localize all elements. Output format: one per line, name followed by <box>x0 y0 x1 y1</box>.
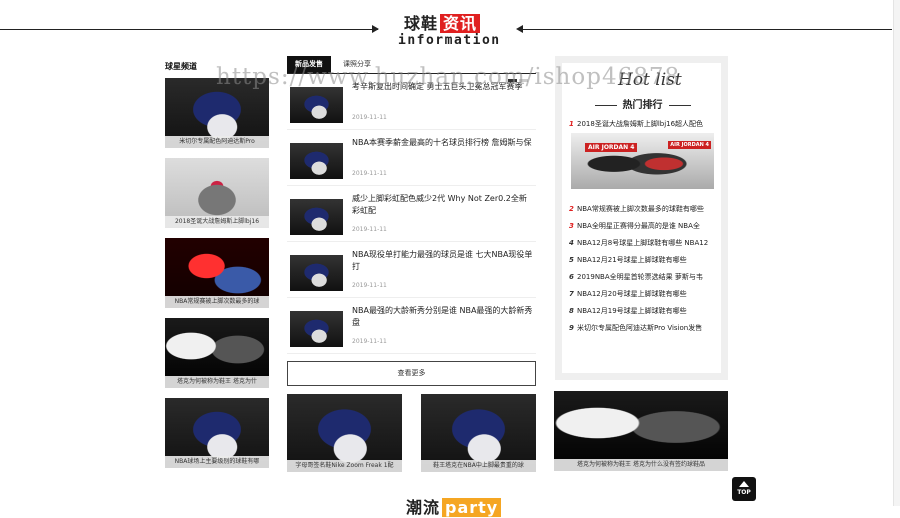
news-thumbnail[interactable] <box>290 199 343 235</box>
card-caption: 塔克为何被称为鞋王 塔克为什 <box>165 376 269 388</box>
news-title[interactable]: NBA本赛季薪金最高的十名球员排行榜 詹姆斯与保 <box>352 137 534 149</box>
hot-list-panel: Hot list 热门排行 1 2018圣诞大战詹姆斯上脚lbj16超人配色 AI… <box>555 56 728 380</box>
rank-item[interactable]: 2 NBA常规赛被上脚次数最多的球鞋有哪些 <box>569 204 719 214</box>
news-date: 2019-11-11 <box>352 226 387 233</box>
news-thumbnail[interactable] <box>290 87 343 123</box>
news-thumbnail[interactable] <box>290 143 343 179</box>
rank-title[interactable]: NBA常规赛被上脚次数最多的球鞋有哪些 <box>577 205 704 213</box>
rank-number: 4 <box>569 239 574 247</box>
rank-item-1[interactable]: 1 2018圣诞大战詹姆斯上脚lbj16超人配色 <box>569 119 703 129</box>
rank-title[interactable]: NBA12月20号球星上脚球鞋有哪些 <box>577 290 687 298</box>
rank-item[interactable]: 3 NBA全明星正赛得分最高的是谁 NBA全 <box>569 221 719 231</box>
star-card[interactable]: 塔克为何被称为鞋王 塔克为什 <box>165 318 269 388</box>
rank-item[interactable]: 8 NBA12月19号球星上脚球鞋有哪些 <box>569 306 719 316</box>
news-date: 2019-11-11 <box>352 114 387 121</box>
rank-title[interactable]: NBA12月19号球星上脚球鞋有哪些 <box>577 307 687 315</box>
watermark: https://www.huzhan.com/ishop46878 <box>216 64 681 90</box>
arrow-right-icon <box>372 25 379 33</box>
news-title[interactable]: NBA现役单打能力最强的球员是谁 七大NBA现役单打 <box>352 249 534 273</box>
card-caption: 米切尔专属配色阿迪达斯Pro <box>165 136 269 148</box>
news-date: 2019-11-11 <box>352 338 387 345</box>
section-title: 球鞋 资讯 <box>404 10 481 34</box>
rank-title[interactable]: NBA全明星正赛得分最高的是谁 NBA全 <box>577 222 700 230</box>
rank-item[interactable]: 5 NBA12月21号球星上脚球鞋有哪些 <box>569 255 719 265</box>
view-more-button[interactable]: 查看更多 <box>287 361 536 386</box>
shoe-card[interactable]: 字母哥签名鞋Nike Zoom Freak 1配 <box>287 394 402 472</box>
image-label: AIR JORDAN 4 <box>585 143 638 152</box>
shoe-card[interactable]: 鞋王塔克在NBA中上脚最贵重的球 <box>421 394 536 472</box>
rank-number: 5 <box>569 256 574 264</box>
title-dash <box>668 104 691 106</box>
news-item[interactable]: 威少上脚彩虹配色威少2代 Why Not Zer0.2全新彩虹配 2019-11… <box>287 186 536 242</box>
rank-top-image[interactable]: AIR JORDAN 4 AIR JORDAN 4 <box>571 133 714 189</box>
page-scrollbar[interactable] <box>893 0 900 506</box>
rank-item[interactable]: 4 NBA12月8号球星上脚球鞋有哪些 NBA12 <box>569 238 719 248</box>
rank-title[interactable]: 2019NBA全明星首轮票选结果 萝斯与韦 <box>577 273 703 281</box>
title-dash <box>594 104 617 106</box>
section-subtitle: information <box>398 33 501 48</box>
rank-number: 7 <box>569 290 574 298</box>
rank-item[interactable]: 9 米切尔专属配色阿迪达斯Pro Vision发售 <box>569 323 719 333</box>
rank-title[interactable]: NBA12月8号球星上脚球鞋有哪些 NBA12 <box>577 239 708 247</box>
next-section-title-main: 潮流 <box>406 498 441 517</box>
next-section-title-highlight: party <box>442 498 502 517</box>
arrow-up-icon <box>739 481 749 487</box>
rank-box: Hot list 热门排行 1 2018圣诞大战詹姆斯上脚lbj16超人配色 AI… <box>562 63 721 373</box>
card-caption: NBA球场上主要级别的球鞋有哪 <box>165 456 269 468</box>
news-title[interactable]: NBA最强的大龄新秀分别是谁 NBA最强的大龄新秀盘 <box>352 305 534 329</box>
rank-title[interactable]: 2018圣诞大战詹姆斯上脚lbj16超人配色 <box>577 120 703 128</box>
card-caption: 鞋王塔克在NBA中上脚最贵重的球 <box>421 460 536 472</box>
rank-title[interactable]: NBA12月21号球星上脚球鞋有哪些 <box>577 256 687 264</box>
section-title-main: 球鞋 <box>404 14 439 33</box>
star-card[interactable]: NBA球场上主要级别的球鞋有哪 <box>165 398 269 468</box>
news-date: 2019-11-11 <box>352 282 387 289</box>
section-header: 球鞋 资讯 information <box>0 0 900 56</box>
left-column: 球星频道 米切尔专属配色阿迪达斯Pro 2018圣诞大战詹姆斯上脚lbj16 N… <box>165 60 269 478</box>
next-section-title: 潮流 party <box>406 494 502 518</box>
news-thumbnail[interactable] <box>290 311 343 347</box>
news-item[interactable]: NBA现役单打能力最强的球员是谁 七大NBA现役单打 2019-11-11 <box>287 242 536 298</box>
arrow-left-icon <box>516 25 523 33</box>
card-caption: NBA常规赛被上脚次数最多的球 <box>165 296 269 308</box>
hot-list-title: 热门排行 <box>586 96 699 111</box>
card-caption: 字母哥签名鞋Nike Zoom Freak 1配 <box>287 460 402 472</box>
back-to-top-button[interactable]: TOP <box>732 477 756 501</box>
news-thumbnail[interactable] <box>290 255 343 291</box>
news-item[interactable]: NBA最强的大龄新秀分别是谁 NBA最强的大龄新秀盘 2019-11-11 <box>287 298 536 354</box>
star-card[interactable]: NBA常规赛被上脚次数最多的球 <box>165 238 269 308</box>
hot-list-title-cn: 热门排行 <box>622 100 663 111</box>
news-date: 2019-11-11 <box>352 170 387 177</box>
card-caption: 2018圣诞大战詹姆斯上脚lbj16 <box>165 216 269 228</box>
rank-number: 6 <box>569 273 574 281</box>
image-tag: AIR JORDAN 4 <box>668 141 711 149</box>
rank-title[interactable]: 米切尔专属配色阿迪达斯Pro Vision发售 <box>577 324 702 332</box>
news-title[interactable]: 威少上脚彩虹配色威少2代 Why Not Zer0.2全新彩虹配 <box>352 193 534 217</box>
bottom-cards: 字母哥签名鞋Nike Zoom Freak 1配 鞋王塔克在NBA中上脚最贵重的… <box>287 394 537 474</box>
rank-number: 9 <box>569 324 574 332</box>
header-line-right <box>520 29 892 30</box>
shoe-card[interactable]: 塔克为何被称为鞋王 塔克为什么没有签约球鞋品 <box>554 391 728 471</box>
rank-number: 1 <box>569 120 574 128</box>
rank-number: 3 <box>569 222 574 230</box>
star-card[interactable]: 2018圣诞大战詹姆斯上脚lbj16 <box>165 158 269 228</box>
rank-item[interactable]: 7 NBA12月20号球星上脚球鞋有哪些 <box>569 289 719 299</box>
header-line-left <box>0 29 378 30</box>
rank-item[interactable]: 6 2019NBA全明星首轮票选结果 萝斯与韦 <box>569 272 719 282</box>
card-caption: 塔克为何被称为鞋王 塔克为什么没有签约球鞋品 <box>554 459 728 471</box>
news-item[interactable]: NBA本赛季薪金最高的十名球员排行榜 詹姆斯与保 2019-11-11 <box>287 130 536 186</box>
middle-column: 新品发售 课照分享 考辛斯复出时间确定 勇士五巨头卫冕总冠军赛季 2019-11… <box>287 56 536 472</box>
section-title-highlight: 资讯 <box>440 14 481 33</box>
rank-number: 2 <box>569 205 574 213</box>
rank-number: 8 <box>569 307 574 315</box>
top-label: TOP <box>737 489 751 496</box>
